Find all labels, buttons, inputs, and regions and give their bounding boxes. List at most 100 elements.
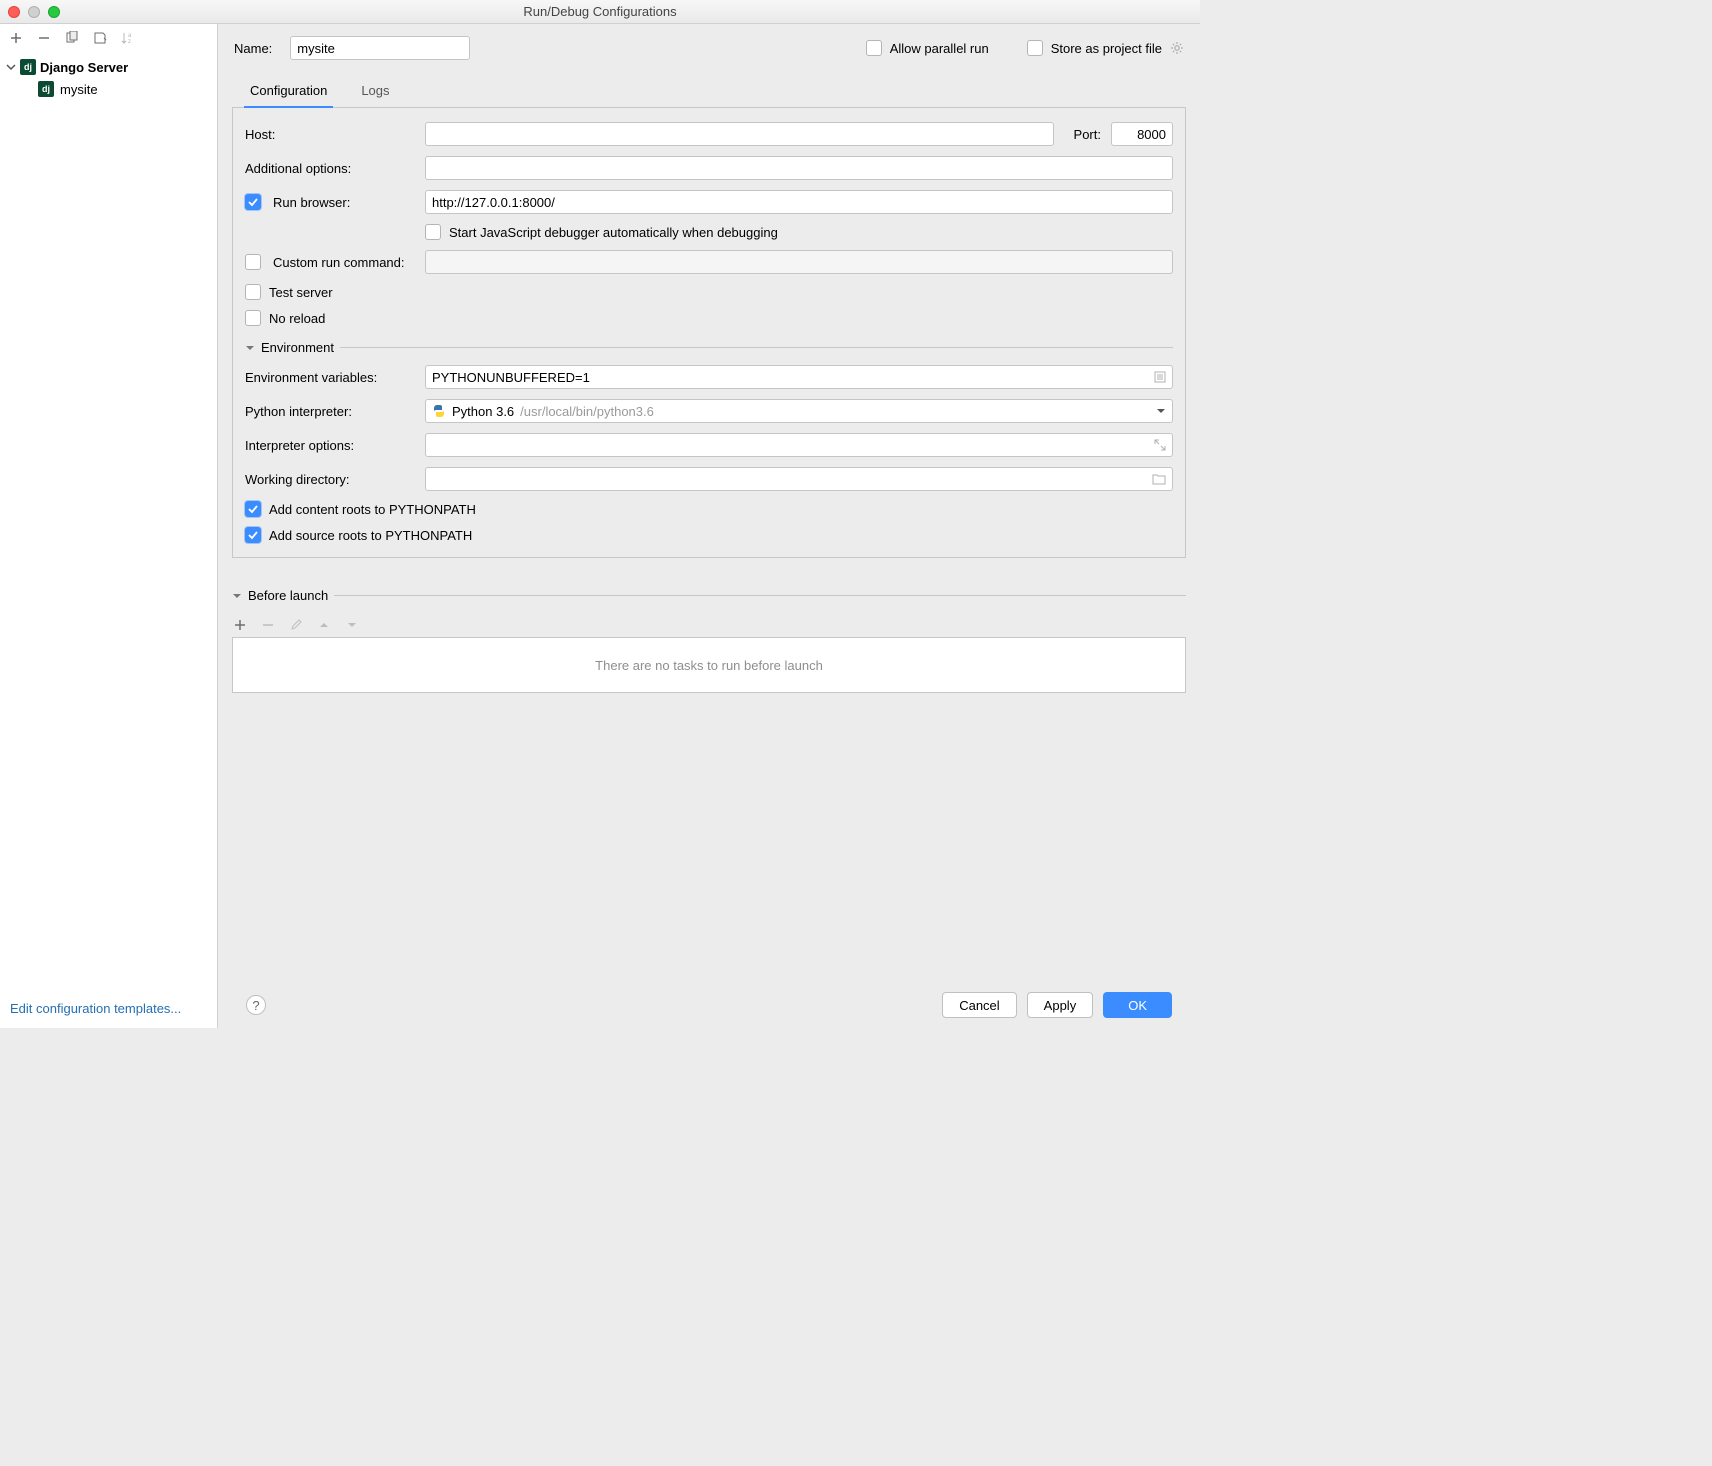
checkbox-checked-icon xyxy=(245,501,261,517)
folder-icon[interactable] xyxy=(1152,473,1166,485)
remove-configuration-icon[interactable] xyxy=(36,30,52,46)
zoom-window-button[interactable] xyxy=(48,6,60,18)
no-reload-checkbox[interactable]: No reload xyxy=(245,310,325,326)
interpreter-options-input[interactable] xyxy=(432,434,1166,449)
expand-icon[interactable] xyxy=(1154,439,1166,451)
add-source-roots-label: Add source roots to PYTHONPATH xyxy=(269,528,472,543)
checkbox-checked-icon xyxy=(245,194,261,210)
close-window-button[interactable] xyxy=(8,6,20,18)
remove-task-icon[interactable] xyxy=(260,617,276,633)
checkbox-checked-icon xyxy=(245,527,261,543)
start-js-debugger-checkbox[interactable]: Start JavaScript debugger automatically … xyxy=(425,224,778,240)
host-row: Host: Port: xyxy=(245,122,1173,146)
titlebar: Run/Debug Configurations xyxy=(0,0,1200,24)
chevron-down-icon xyxy=(232,591,242,601)
custom-run-command-input[interactable] xyxy=(425,250,1173,274)
configurations-tree: dj Django Server dj mysite xyxy=(0,52,217,993)
python-interpreter-path: /usr/local/bin/python3.6 xyxy=(520,404,654,419)
env-vars-input[interactable] xyxy=(432,370,1166,385)
sidebar-footer: Edit configuration templates... xyxy=(0,993,217,1028)
python-interpreter-row: Python interpreter: Python 3.6 /usr/loca… xyxy=(245,399,1173,423)
window-controls xyxy=(8,6,60,18)
tabs: Configuration Logs xyxy=(232,76,1186,108)
checkbox-icon xyxy=(245,310,261,326)
help-icon[interactable]: ? xyxy=(246,995,266,1015)
tab-logs[interactable]: Logs xyxy=(355,77,395,108)
add-configuration-icon[interactable] xyxy=(8,30,24,46)
copy-configuration-icon[interactable] xyxy=(64,30,80,46)
cancel-button[interactable]: Cancel xyxy=(942,992,1016,1018)
env-vars-row: Environment variables: xyxy=(245,365,1173,389)
before-launch-toolbar xyxy=(232,613,1186,637)
tree-node-django-server[interactable]: dj Django Server xyxy=(0,56,217,78)
environment-section-header[interactable]: Environment xyxy=(245,340,1173,355)
chevron-down-icon xyxy=(1156,406,1166,416)
tab-configuration[interactable]: Configuration xyxy=(244,77,333,108)
port-label: Port: xyxy=(1074,127,1101,142)
custom-run-command-checkbox[interactable]: Custom run command: xyxy=(245,254,415,270)
edit-templates-link[interactable]: Edit configuration templates... xyxy=(10,1001,181,1016)
add-source-roots-checkbox[interactable]: Add source roots to PYTHONPATH xyxy=(245,527,472,543)
python-interpreter-label: Python interpreter: xyxy=(245,404,415,419)
before-launch-label: Before launch xyxy=(248,588,328,603)
minimize-window-button[interactable] xyxy=(28,6,40,18)
move-down-icon[interactable] xyxy=(344,617,360,633)
sidebar-toolbar: az xyxy=(0,24,217,52)
working-directory-input[interactable] xyxy=(432,468,1166,483)
environment-section-label: Environment xyxy=(261,340,334,355)
no-reload-label: No reload xyxy=(269,311,325,326)
store-project-file-checkbox[interactable]: Store as project file xyxy=(1027,40,1184,56)
start-js-debugger-label: Start JavaScript debugger automatically … xyxy=(449,225,778,240)
custom-run-command-label: Custom run command: xyxy=(273,255,405,270)
name-label: Name: xyxy=(234,41,272,56)
add-source-roots-row: Add source roots to PYTHONPATH xyxy=(245,527,1173,543)
interpreter-options-input-wrapper xyxy=(425,433,1173,457)
checkbox-icon xyxy=(245,254,261,270)
additional-options-input[interactable] xyxy=(425,156,1173,180)
tree-item-label: mysite xyxy=(60,82,98,97)
ok-button[interactable]: OK xyxy=(1103,992,1172,1018)
configuration-panel: Host: Port: Additional options: Run brow… xyxy=(232,108,1186,558)
tree-item-mysite[interactable]: dj mysite xyxy=(0,78,217,100)
dialog-body: az dj Django Server dj mysite Edit confi… xyxy=(0,24,1200,1028)
test-server-checkbox[interactable]: Test server xyxy=(245,284,333,300)
before-launch-empty-text: There are no tasks to run before launch xyxy=(595,658,823,673)
python-icon xyxy=(432,404,446,418)
dialog-footer: ? Cancel Apply OK xyxy=(232,982,1186,1028)
no-reload-row: No reload xyxy=(245,310,1173,326)
divider xyxy=(340,347,1173,348)
allow-parallel-checkbox[interactable]: Allow parallel run xyxy=(866,40,989,56)
gear-icon[interactable] xyxy=(1170,41,1184,55)
list-icon[interactable] xyxy=(1154,371,1166,383)
checkbox-icon xyxy=(425,224,441,240)
python-interpreter-name: Python 3.6 xyxy=(452,404,514,419)
apply-button[interactable]: Apply xyxy=(1027,992,1094,1018)
chevron-down-icon xyxy=(245,343,255,353)
before-launch-header[interactable]: Before launch xyxy=(232,588,1186,603)
host-input[interactable] xyxy=(425,122,1054,146)
python-interpreter-select[interactable]: Python 3.6 /usr/local/bin/python3.6 xyxy=(425,399,1173,423)
sort-alpha-icon[interactable]: az xyxy=(120,30,136,46)
name-input[interactable] xyxy=(290,36,470,60)
svg-text:z: z xyxy=(128,39,131,45)
checkbox-icon xyxy=(1027,40,1043,56)
run-browser-checkbox[interactable]: Run browser: xyxy=(245,194,415,210)
move-up-icon[interactable] xyxy=(316,617,332,633)
django-icon: dj xyxy=(38,81,54,97)
django-icon: dj xyxy=(20,59,36,75)
name-row: Name: Allow parallel run Store as projec… xyxy=(232,36,1186,60)
port-input[interactable] xyxy=(1111,122,1173,146)
test-server-label: Test server xyxy=(269,285,333,300)
tree-node-label: Django Server xyxy=(40,60,128,75)
run-browser-input[interactable] xyxy=(425,190,1173,214)
save-configuration-icon[interactable] xyxy=(92,30,108,46)
add-content-roots-checkbox[interactable]: Add content roots to PYTHONPATH xyxy=(245,501,476,517)
edit-task-icon[interactable] xyxy=(288,617,304,633)
allow-parallel-label: Allow parallel run xyxy=(890,41,989,56)
working-directory-input-wrapper xyxy=(425,467,1173,491)
add-task-icon[interactable] xyxy=(232,617,248,633)
start-js-debugger-row: Start JavaScript debugger automatically … xyxy=(245,224,1173,240)
chevron-down-icon xyxy=(6,62,16,72)
window-title: Run/Debug Configurations xyxy=(523,4,676,19)
additional-options-label: Additional options: xyxy=(245,161,415,176)
